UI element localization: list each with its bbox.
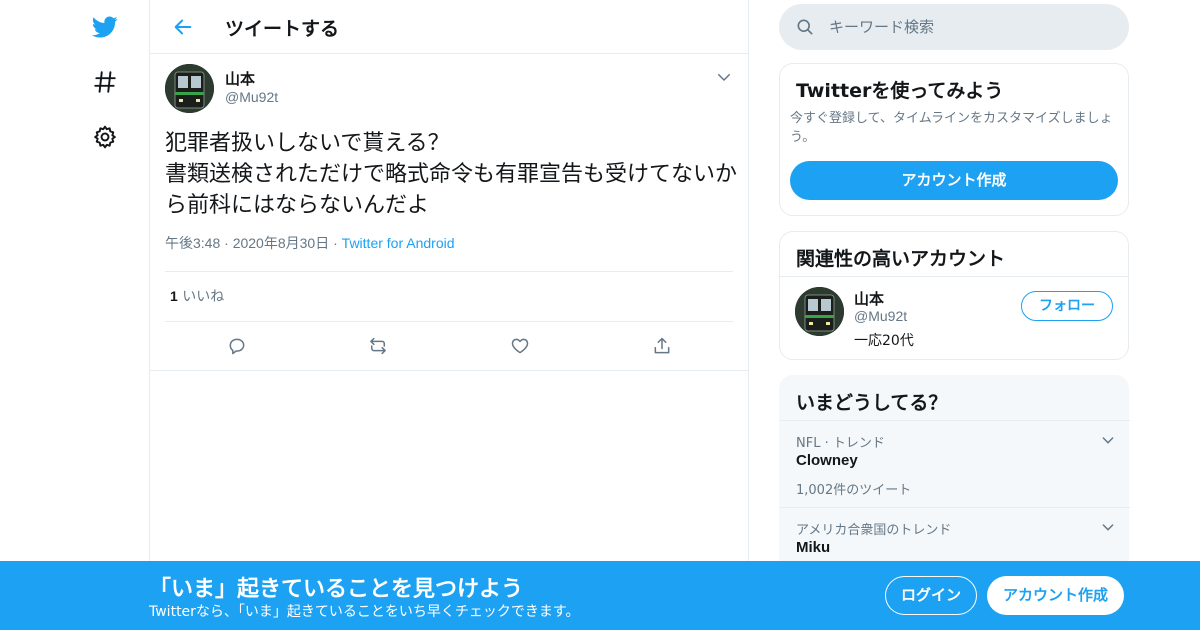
trend-name: Miku [796, 539, 831, 556]
like-count[interactable]: 1 [170, 288, 178, 304]
trend-item[interactable]: NFL · トレンド Clowney 1,002件のツイート [780, 420, 1130, 507]
twitter-bird-icon[interactable] [88, 10, 122, 44]
tweet-stats: 1 いいね [165, 271, 733, 322]
banner-subtext: Twitterなら、「いま」起きていることをいち早くチェックできます。 [149, 604, 580, 620]
trend-count: 1,002件のツイート [796, 483, 912, 498]
signup-banner: 「いま」起きていることを見つけよう Twitterなら、「いま」起きていることを… [0, 561, 1200, 630]
share-icon[interactable] [650, 334, 674, 358]
left-nav [0, 0, 150, 630]
banner-headline: 「いま」起きていることを見つけよう [149, 577, 524, 602]
trend-name: Clowney [796, 452, 858, 469]
chevron-down-icon[interactable] [715, 68, 733, 86]
chevron-down-icon[interactable] [1100, 432, 1116, 448]
signup-card: Twitterを使ってみよう 今すぐ登録して、タイムラインをカスタマイズしましょ… [779, 63, 1129, 216]
tweet-actions [150, 322, 748, 371]
tweet-text: 犯罪者扱いしないで貰える？ 書類送検されただけで略式命令も有罪宣告も受けてないか… [165, 131, 738, 218]
heart-icon[interactable] [508, 334, 532, 358]
tweet-column: ツイートする 山本 @Mu92t 犯罪者扱いしないで貰える？ 書類送検されただけ… [149, 0, 749, 630]
search-bar[interactable] [779, 4, 1129, 50]
back-arrow-icon[interactable] [168, 12, 198, 42]
chevron-down-icon[interactable] [1100, 519, 1116, 535]
search-icon [795, 17, 815, 37]
signup-card-desc: 今すぐ登録して、タイムラインをカスタマイズしましょう。 [790, 111, 1113, 145]
search-input[interactable] [829, 4, 1109, 50]
login-button[interactable]: ログイン [885, 576, 977, 615]
gear-icon[interactable] [88, 120, 122, 154]
hashtag-icon[interactable] [88, 65, 122, 99]
related-accounts-card: 関連性の高いアカウント 山本 @Mu92t 一応20代 フォロー [779, 231, 1129, 360]
retweet-icon[interactable] [366, 334, 390, 358]
create-account-button[interactable]: アカウント作成 [790, 161, 1118, 200]
page-header: ツイートする [150, 0, 748, 54]
related-account-handle[interactable]: @Mu92t [854, 308, 907, 324]
author-handle[interactable]: @Mu92t [225, 89, 278, 105]
avatar[interactable] [795, 287, 844, 336]
meta-dot: · [329, 235, 342, 251]
related-account-name[interactable]: 山本 [854, 288, 884, 309]
meta-dot: · [220, 235, 233, 251]
divider [780, 276, 1128, 277]
tweet-time[interactable]: 午後3:48 [165, 235, 220, 251]
author-name[interactable]: 山本 [225, 68, 255, 89]
tweet-date[interactable]: 2020年8月30日 [233, 235, 330, 251]
tweet-author: 山本 @Mu92t [165, 54, 733, 124]
banner-create-account-button[interactable]: アカウント作成 [987, 576, 1124, 615]
like-label[interactable]: いいね [182, 289, 224, 305]
trend-category: アメリカ合衆国のトレンド [796, 523, 952, 538]
related-accounts-title: 関連性の高いアカウント [796, 248, 1006, 270]
tweet-source[interactable]: Twitter for Android [342, 235, 455, 251]
tweet-meta: 午後3:48 · 2020年8月30日 · Twitter for Androi… [165, 233, 733, 271]
related-account-bio: 一応20代 [854, 333, 914, 349]
page-title: ツイートする [225, 18, 340, 40]
signup-card-title: Twitterを使ってみよう [796, 80, 1004, 102]
trend-category: NFL · トレンド [796, 436, 885, 451]
reply-icon[interactable] [225, 334, 249, 358]
follow-button[interactable]: フォロー [1021, 291, 1113, 321]
tweet: 山本 @Mu92t 犯罪者扱いしないで貰える？ 書類送検されただけで略式命令も有… [150, 54, 748, 371]
trends-title: いまどうしてる？ [796, 392, 948, 414]
avatar[interactable] [165, 64, 214, 113]
